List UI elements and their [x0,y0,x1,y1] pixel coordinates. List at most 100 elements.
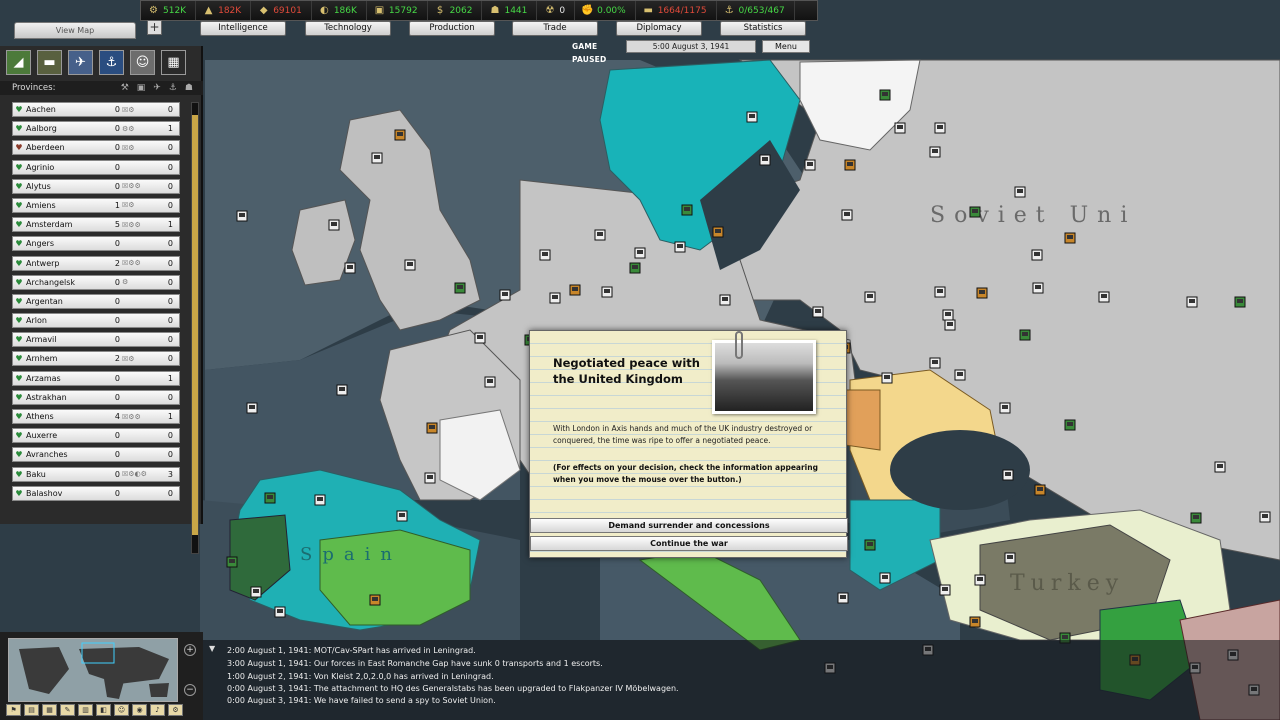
province-scrollbar[interactable] [191,102,199,554]
army-mode-icon[interactable]: ▬ [37,50,62,75]
province-row[interactable]: ♥ Athens 4 ☒⚙⚙ 1 [12,409,180,424]
tab-technology[interactable]: Technology [305,21,391,36]
manpower-icon: ☗ [490,5,500,16]
resource-value: 1441 [504,5,528,16]
province-buildings-icon: ⚙ [122,278,129,287]
unit-counter-icon [502,292,508,296]
naval-mode-icon[interactable]: ⚓ [99,50,124,75]
province-row[interactable]: ♥ Arnhem 2 ☒⚙ 0 [12,351,180,367]
tab-statistics[interactable]: Statistics [720,21,806,36]
province-flag-icon: ♥ [15,354,23,364]
province-row[interactable]: ♥ Avranches 0 0 [12,447,180,463]
resource-manpower[interactable]: ☗ 1441 [482,1,538,20]
sort-air-icon[interactable]: ✈ [153,81,161,95]
resource-value: 1664/1175 [657,5,707,16]
province-count: 1 [114,200,120,210]
unit-counter-icon [429,425,435,429]
leader-icon[interactable]: ☺ [114,704,129,716]
sort-manpower-icon[interactable]: ☗ [185,81,193,95]
province-row[interactable]: ♥ Arlon 0 0 [12,313,180,329]
tab-intelligence[interactable]: Intelligence [200,21,286,36]
sort-factory-icon[interactable]: ▣ [137,81,146,95]
province-row[interactable]: ♥ Balashov 0 0 [12,485,180,501]
unit-counter-icon [677,244,683,248]
continue-war-button[interactable]: Continue the war [530,536,848,551]
unit-counter-icon [1002,405,1008,409]
unit-counter-icon [884,375,890,379]
sound-icon[interactable]: ♪ [150,704,165,716]
tab-diplomacy[interactable]: Diplomacy [616,21,702,36]
demand-surrender-button[interactable]: Demand surrender and concessions [530,518,848,533]
province-flag-icon: ♥ [15,162,23,172]
province-row[interactable]: ♥ Archangelsk 0 ⚙ 0 [12,274,180,290]
zoom-out-button[interactable]: − [184,684,196,696]
resource-dissent[interactable]: ✊ 0.00% [575,1,636,20]
resource-transport[interactable]: ▬ 1664/1175 [636,1,717,20]
money-icon: $ [436,5,444,16]
resource-supplies[interactable]: ▣ 15792 [367,1,428,20]
unit-counter-icon [847,162,853,166]
province-flag-icon: ♥ [15,105,23,114]
unit-counter-icon [957,372,963,376]
province-row[interactable]: ♥ Auxerre 0 0 [12,428,180,444]
view-map-tab[interactable]: View Map [14,22,136,39]
log-line: 0:00 August 3, 1941: We have failed to s… [227,696,496,705]
sort-port-icon[interactable]: ⚓ [169,81,177,95]
tab-trade[interactable]: Trade [512,21,598,36]
terrain-mode-icon[interactable]: ◢ [6,50,31,75]
province-row[interactable]: ♥ Astrakhan 0 0 [12,389,180,405]
flag-icon[interactable]: ⚑ [6,704,21,716]
unit-counter-icon [253,589,259,593]
province-row[interactable]: ♥ Arzamas 0 1 [12,370,180,386]
unit-counter-icon [1101,294,1107,298]
expand-button[interactable]: + [147,20,162,35]
province-row[interactable]: ♥ Aalborg 0 ⚙⚙ 1 [12,121,180,137]
province-row[interactable]: ♥ Amiens 1 ☒⚙ 0 [12,197,180,213]
province-row[interactable]: ♥ Aachen 0 ☒⚙ 0 [12,102,180,117]
globe-icon[interactable]: ◉ [132,704,147,716]
leader-mode-icon[interactable]: ☺ [130,50,155,75]
scroll-icon[interactable]: ▥ [78,704,93,716]
resource-nuclear[interactable]: ☢ 0 [537,1,576,20]
sort-infra-icon[interactable]: ⚒ [121,81,129,95]
zoom-in-button[interactable]: + [184,644,196,656]
resource-convoy[interactable]: ⚓ 0/653/467 [717,1,795,20]
province-row[interactable]: ♥ Aberdeen 0 ☒⚙ 0 [12,140,180,156]
province-row[interactable]: ♥ Antwerp 2 ☒⚙⚙ 0 [12,255,180,271]
resource-metal[interactable]: ▲ 182K [196,1,252,20]
province-flag-icon: ♥ [15,124,23,134]
province-row[interactable]: ♥ Argentan 0 0 [12,293,180,309]
resource-money[interactable]: $2062 [428,1,483,20]
resource-rare-materials[interactable]: ◆ 69101 [251,1,312,20]
province-flag-icon: ♥ [15,181,23,191]
tab-production[interactable]: Production [409,21,495,36]
unit-counter-icon [399,513,405,517]
unit-icon[interactable]: ▦ [42,704,57,716]
air-mode-icon[interactable]: ✈ [68,50,93,75]
province-icon[interactable]: ◧ [96,704,111,716]
province-name: Astrakhan [26,392,67,402]
province-row[interactable]: ♥ Agrinio 0 0 [12,159,180,175]
province-row[interactable]: ♥ Armavil 0 0 [12,332,180,348]
options-icon[interactable]: ⚙ [168,704,183,716]
province-row[interactable]: ♥ Alytus 0 ☒⚙⚙ 0 [12,178,180,194]
metal-icon: ▲ [204,5,213,16]
resource-energy[interactable]: ⚙ 512K [141,1,197,20]
resource-oil[interactable]: ◐ 186K [312,1,367,20]
resource-value: 2062 [449,5,473,16]
menu-button[interactable]: Menu [762,40,810,53]
province-flag-icon: ♥ [15,239,23,249]
resource-value: 69101 [273,5,302,16]
scrollbar-thumb[interactable] [192,115,198,535]
bookmark-icon[interactable]: ▤ [24,704,39,716]
rare-materials-icon: ◆ [259,5,268,16]
province-row[interactable]: ♥ Angers 0 0 [12,236,180,252]
supply-mode-icon[interactable]: ▦ [161,50,186,75]
province-row[interactable]: ♥ Amsterdam 5 ☒⚙⚙ 1 [12,217,180,233]
unit-counter-icon [1067,422,1073,426]
minimap[interactable] [8,638,178,702]
province-row[interactable]: ♥ Baku 0 ☒⚙◐⚙ 3 [12,466,180,482]
ledger-icon[interactable]: ✎ [60,704,75,716]
province-name: Arlon [26,316,47,326]
log-toggle-icon[interactable]: ▼ [209,644,215,653]
